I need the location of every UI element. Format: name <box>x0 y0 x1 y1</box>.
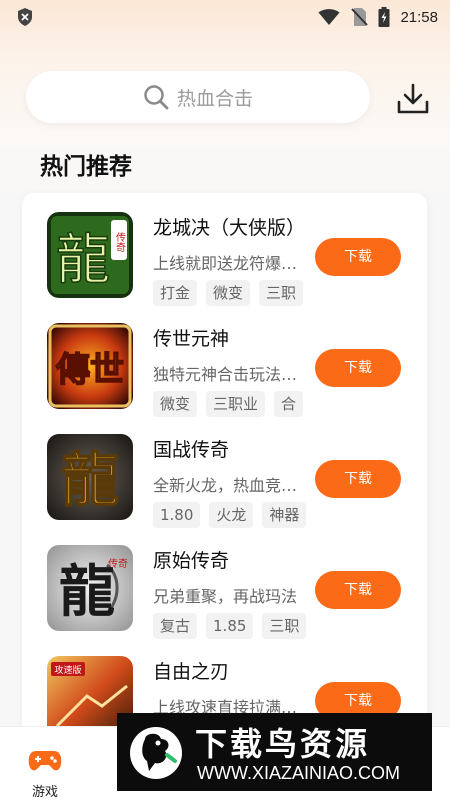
game-icon[interactable]: 传奇 龍 <box>47 212 133 298</box>
wifi-icon <box>318 9 340 25</box>
no-sim-icon <box>351 8 369 26</box>
search-bar[interactable]: 热血合击 <box>26 71 370 123</box>
watermark-title: 下载鸟资源 <box>195 725 371 763</box>
shield-block-icon <box>18 8 32 26</box>
game-icon-text: 龍 <box>56 228 110 291</box>
game-icon-text: 傳世 <box>55 350 124 390</box>
game-list-card: 传奇 龍 龙城决（大侠版） 上线就即送龙符爆率… 打金 微变 三职 下载 傳世 … <box>22 193 427 753</box>
game-tag: 打金 <box>153 280 198 306</box>
game-icon-side-text: 传奇 <box>114 232 126 252</box>
download-manager-icon[interactable] <box>396 83 430 115</box>
search-icon <box>144 85 169 110</box>
download-button[interactable]: 下载 <box>315 238 401 276</box>
game-tag: 神器 <box>262 502 307 528</box>
game-tag: 微变 <box>206 280 251 306</box>
game-icon[interactable]: 傳世 <box>47 323 133 409</box>
section-title: 热门推荐 <box>40 154 132 180</box>
game-row[interactable]: 传奇 龍 龙城决（大侠版） 上线就即送龙符爆率… 打金 微变 三职 下载 <box>22 193 427 306</box>
game-name: 龙城决（大侠版） <box>153 217 306 239</box>
game-description: 独特元神合击玩法，… <box>153 365 303 384</box>
game-row[interactable]: 龍 国战传奇 全新火龙，热血竞技… 1.80 火龙 神器 下载 <box>22 415 427 528</box>
bird-logo-icon <box>130 727 182 779</box>
nav-item-games-label: 游戏 <box>31 785 58 800</box>
game-name: 传世元神 <box>153 328 230 350</box>
download-button[interactable]: 下载 <box>315 349 401 387</box>
game-tag: 微变 <box>153 391 198 417</box>
game-tag: 1.80 <box>153 502 201 528</box>
game-description: 全新火龙，热血竞技… <box>153 476 303 495</box>
game-row[interactable]: 传奇 龍 原始传奇 兄弟重聚，再战玛法 复古 1.85 三职 下载 <box>22 526 427 639</box>
game-description: 兄弟重聚，再战玛法 <box>153 587 298 606</box>
game-name: 国战传奇 <box>153 439 230 461</box>
game-tags: 1.80 火龙 神器 <box>153 502 313 528</box>
download-button[interactable]: 下载 <box>315 460 401 498</box>
game-description: 上线就即送龙符爆率… <box>153 254 303 273</box>
watermark-banner: 下载鸟资源 WWW.XIAZAINIAO.COM <box>117 713 432 791</box>
game-icon[interactable]: 龍 <box>47 434 133 520</box>
game-tag: 三职 <box>262 613 307 639</box>
game-tag: 1.85 <box>206 613 254 639</box>
gamepad-icon <box>28 751 62 771</box>
nav-item-games[interactable]: 游戏 <box>20 737 70 800</box>
game-name: 自由之刃 <box>153 661 230 683</box>
download-button[interactable]: 下载 <box>315 571 401 609</box>
game-tag: 三职业 <box>206 391 266 417</box>
game-icon-text: 攻速版 <box>54 664 81 676</box>
game-tag: 合 <box>274 391 304 417</box>
game-tag: 火龙 <box>209 502 254 528</box>
game-tags: 复古 1.85 三职 <box>153 613 313 639</box>
game-name: 原始传奇 <box>153 550 230 572</box>
game-row[interactable]: 傳世 传世元神 独特元神合击玩法，… 微变 三职业 合 下载 <box>22 304 427 417</box>
game-icon[interactable]: 传奇 龍 <box>47 545 133 631</box>
clock-time: 21:58 <box>400 8 438 26</box>
game-tag: 复古 <box>153 613 198 639</box>
status-bar: 21:58 <box>0 0 450 34</box>
game-tag: 三职 <box>259 280 304 306</box>
battery-icon <box>378 7 390 27</box>
search-placeholder: 热血合击 <box>176 87 253 110</box>
game-tags: 微变 三职业 合 <box>153 391 313 417</box>
game-icon-text: 龍 <box>59 559 115 625</box>
watermark-url: WWW.XIAZAINIAO.COM <box>197 763 400 783</box>
game-icon-text: 龍 <box>61 446 119 514</box>
game-tags: 打金 微变 三职 <box>153 280 313 306</box>
